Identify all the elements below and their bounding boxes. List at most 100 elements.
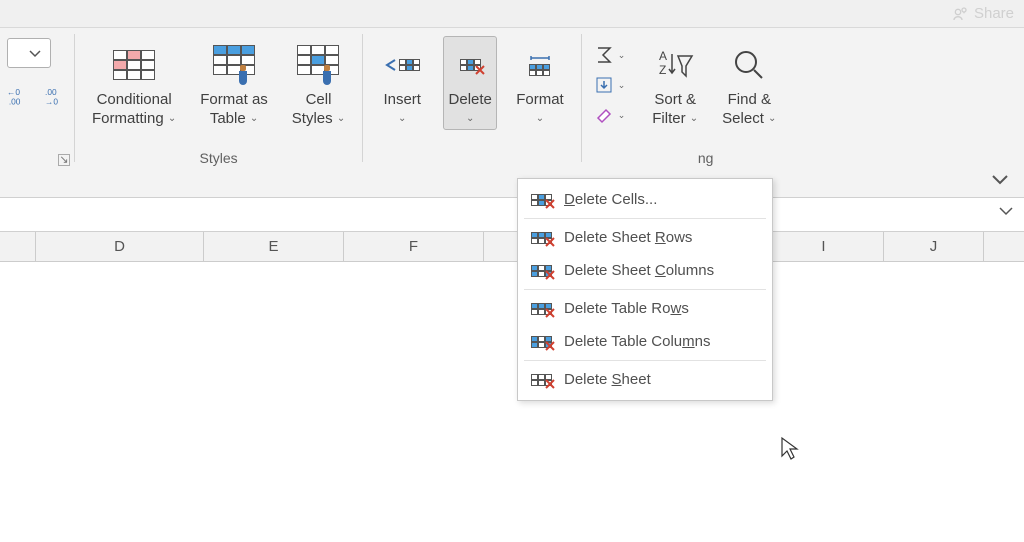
- chevron-down-icon: ⌄: [466, 113, 474, 126]
- chevron-down-icon: ⌄: [536, 113, 544, 126]
- share-icon: [952, 6, 968, 22]
- menu-item-delete-sheet-rows[interactable]: Delete Sheet Rows: [518, 221, 772, 254]
- editing-group: ⌄ ⌄ ⌄ A Z: [582, 28, 794, 168]
- chevron-down-icon: [998, 205, 1014, 217]
- cursor-icon: [780, 436, 802, 462]
- delete-button[interactable]: Delete ⌄: [443, 36, 497, 130]
- spreadsheet-grid[interactable]: [0, 262, 1024, 542]
- menu-item-label: Delete Sheet Rows: [564, 229, 692, 246]
- menu-item-label: Delete Table Rows: [564, 300, 689, 317]
- chevron-down-icon: ⌄: [168, 113, 176, 126]
- delete-cells-icon: [530, 194, 552, 206]
- chevron-down-icon: [990, 172, 1010, 186]
- menu-item-label: Delete Cells...: [564, 191, 657, 208]
- cell-styles-label-1: Cell: [306, 91, 332, 108]
- menu-separator: [524, 360, 766, 361]
- format-as-table-icon: [213, 41, 255, 89]
- find-select-button[interactable]: Find & Select ⌄: [717, 36, 781, 130]
- menu-separator: [524, 218, 766, 219]
- delete-table-columns-icon: [530, 336, 552, 348]
- chevron-down-icon: ⌄: [768, 113, 776, 126]
- delete-table-rows-icon: [530, 303, 552, 315]
- cells-group-label: [363, 150, 581, 168]
- svg-text:A: A: [659, 49, 667, 63]
- find-select-label-1: Find &: [728, 91, 771, 108]
- formula-bar[interactable]: [0, 198, 1024, 232]
- magnifier-icon: [730, 41, 768, 89]
- format-cells-icon: [529, 41, 551, 89]
- format-as-table-label-2: Table: [210, 110, 246, 127]
- menu-item-label: Delete Sheet: [564, 371, 651, 388]
- column-header[interactable]: J: [884, 232, 984, 261]
- format-as-table-button[interactable]: Format as Table ⌄: [195, 36, 273, 130]
- sort-filter-label-1: Sort &: [654, 91, 696, 108]
- menu-item-delete-table-columns[interactable]: Delete Table Columns: [518, 325, 772, 358]
- share-button[interactable]: Share: [952, 5, 1014, 22]
- menu-item-delete-sheet-columns[interactable]: Delete Sheet Columns: [518, 254, 772, 287]
- format-button[interactable]: Format ⌄: [511, 36, 569, 130]
- find-select-label-2: Select: [722, 110, 764, 127]
- sigma-icon: [594, 46, 614, 64]
- menu-item-delete-cells[interactable]: Delete Cells...: [518, 183, 772, 216]
- format-as-table-label-1: Format as: [200, 91, 268, 108]
- menu-item-delete-sheet[interactable]: Delete Sheet: [518, 363, 772, 396]
- chevron-down-icon: ⌄: [337, 113, 345, 126]
- delete-sheet-columns-icon: [530, 265, 552, 277]
- chevron-down-icon: ⌄: [690, 113, 698, 126]
- menu-separator: [524, 289, 766, 290]
- chevron-down-icon: ⌄: [250, 113, 258, 126]
- svg-text:Z: Z: [659, 63, 666, 77]
- insert-label: Insert: [383, 91, 421, 108]
- cell-styles-label-2: Styles: [292, 110, 333, 127]
- cell-styles-button[interactable]: Cell Styles ⌄: [287, 36, 350, 130]
- title-bar: Share: [0, 0, 1024, 28]
- chevron-down-icon: [28, 48, 42, 58]
- column-headers: DEF IJ: [0, 232, 1024, 262]
- decrease-decimal-button[interactable]: .00→0: [45, 86, 71, 110]
- column-header[interactable]: D: [36, 232, 204, 261]
- format-label: Format: [516, 91, 564, 108]
- delete-dropdown-menu: Delete Cells... Delete Sheet Rows Delete S…: [517, 178, 773, 401]
- number-format-combo[interactable]: [7, 38, 51, 68]
- svg-text:.00: .00: [9, 96, 21, 106]
- column-header[interactable]: E: [204, 232, 344, 261]
- select-all-corner[interactable]: [0, 232, 36, 261]
- collapse-ribbon-button[interactable]: [990, 172, 1010, 191]
- cell-styles-icon: [297, 41, 339, 89]
- expand-formula-bar-button[interactable]: [998, 204, 1014, 220]
- styles-group-label: Styles: [75, 150, 362, 168]
- sort-filter-button[interactable]: A Z Sort & Filter ⌄: [647, 36, 703, 130]
- svg-text:→0: →0: [45, 96, 58, 106]
- conditional-formatting-icon: [113, 41, 155, 89]
- increase-decimal-button[interactable]: ←0.00: [7, 86, 33, 110]
- menu-item-delete-table-rows[interactable]: Delete Table Rows: [518, 292, 772, 325]
- number-group-partial: ←0.00 .00→0 ↘: [8, 28, 74, 168]
- delete-cells-icon: [460, 41, 481, 89]
- conditional-formatting-label-2: Formatting: [92, 110, 164, 127]
- column-header[interactable]: I: [764, 232, 884, 261]
- editing-group-label: ng: [582, 150, 794, 168]
- delete-label: Delete: [449, 91, 492, 108]
- chevron-down-icon: ⌄: [618, 50, 626, 61]
- autosum-button[interactable]: ⌄: [594, 46, 626, 64]
- conditional-formatting-button[interactable]: Conditional Formatting ⌄: [87, 36, 181, 130]
- chevron-down-icon: ⌄: [618, 80, 626, 91]
- menu-item-label: Delete Sheet Columns: [564, 262, 714, 279]
- chevron-down-icon: ⌄: [398, 113, 406, 126]
- styles-group: Conditional Formatting ⌄ Format as: [75, 28, 362, 168]
- delete-sheet-icon: [530, 374, 552, 386]
- column-header[interactable]: F: [344, 232, 484, 261]
- fill-button[interactable]: ⌄: [594, 76, 626, 94]
- sort-filter-icon: A Z: [656, 41, 694, 89]
- insert-button[interactable]: Insert ⌄: [375, 36, 429, 130]
- fill-down-icon: [594, 76, 614, 94]
- share-label: Share: [974, 5, 1014, 22]
- number-dialog-launcher-icon[interactable]: ↘: [58, 154, 70, 166]
- cells-group: Insert ⌄ Delete ⌄: [363, 28, 581, 168]
- chevron-down-icon: ⌄: [618, 110, 626, 121]
- menu-item-label: Delete Table Columns: [564, 333, 710, 350]
- clear-button[interactable]: ⌄: [594, 106, 626, 124]
- delete-sheet-rows-icon: [530, 232, 552, 244]
- sort-filter-label-2: Filter: [652, 110, 685, 127]
- eraser-icon: [594, 106, 614, 124]
